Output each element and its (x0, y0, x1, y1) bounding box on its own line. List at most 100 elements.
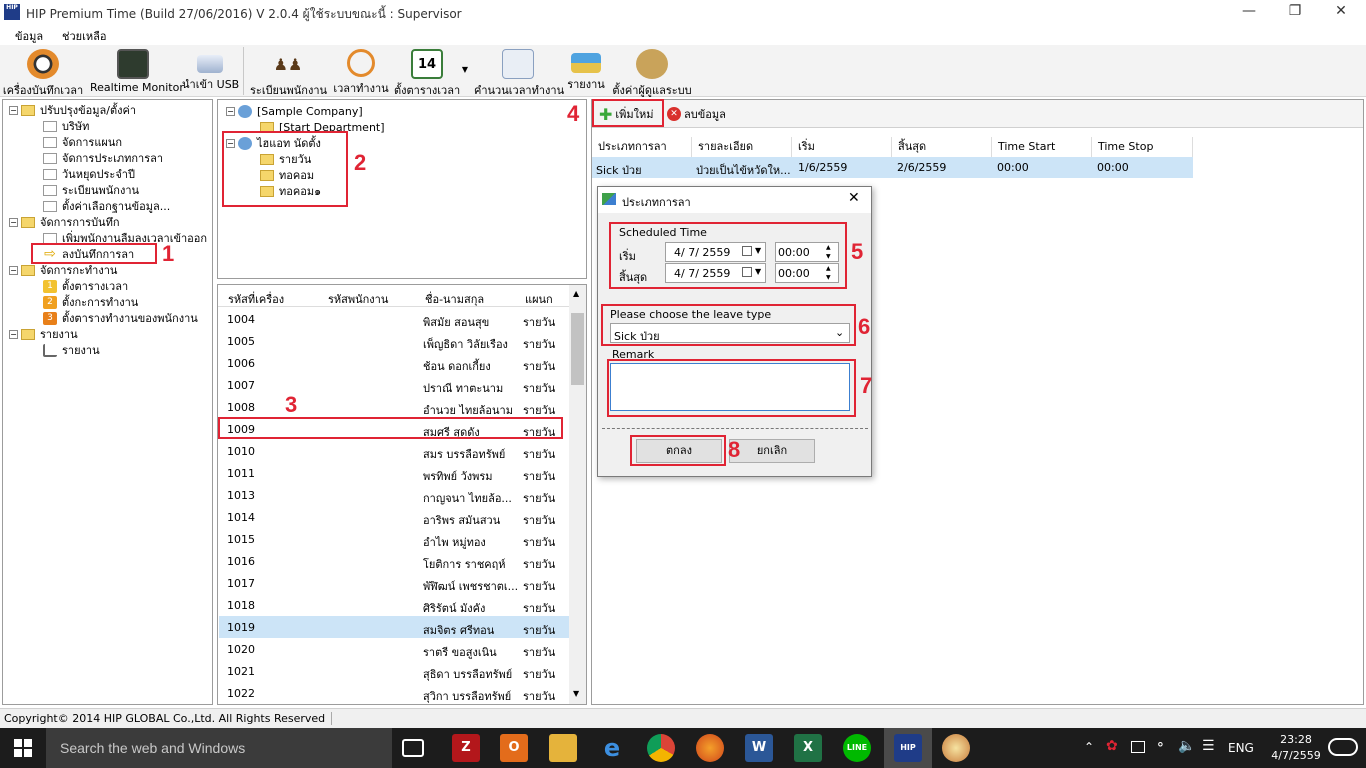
employee-records-button[interactable]: ♟♟ ระเบียนพนักงาน (250, 45, 327, 98)
word-icon[interactable]: W (745, 734, 773, 762)
dialog-close-icon[interactable]: ✕ (848, 190, 860, 206)
tree-group-settings[interactable]: − ปรับปรุงข้อมูล/ตั้งค่า (9, 102, 136, 118)
file-explorer-icon[interactable] (549, 734, 577, 762)
employee-row[interactable]: 1005 เพ็ญธิดา วิลัยเรือง รายวัน (219, 330, 569, 352)
admin-settings-button[interactable]: ตั้งค่าผู้ดูแลระบบ (612, 45, 692, 97)
scroll-thumb[interactable] (571, 313, 584, 385)
cloud-icon[interactable] (1328, 738, 1358, 756)
col-start[interactable]: เริ่ม (792, 137, 892, 157)
tree-item-database[interactable]: ตั้งค่าเลือกฐานข้อมูล... (43, 198, 170, 214)
col-end[interactable]: สิ้นสุด (892, 137, 992, 157)
chevron-up-icon[interactable]: ⌃ (1084, 740, 1094, 754)
restore-button[interactable]: ❐ (1272, 0, 1318, 24)
employee-row[interactable]: 1015 อำไพ หมู่ทอง รายวัน (219, 528, 569, 550)
clock[interactable]: 23:28 4/7/2559 (1268, 732, 1324, 764)
dialog-title-bar: ประเภทการลา ✕ (598, 187, 871, 213)
employee-row[interactable]: 1021 สุธิดา บรรลือทรัพย์ รายวัน (219, 660, 569, 682)
line-icon[interactable]: LINE (843, 734, 871, 762)
collapse-icon[interactable]: − (9, 265, 18, 275)
tree-group-records[interactable]: − จัดการการบันทึก (9, 214, 120, 230)
usb-import-button[interactable]: นำเข้า USB (182, 45, 239, 97)
realtime-monitor-button[interactable]: Realtime Monitor (90, 45, 184, 97)
machine-id-cell: 1018 (227, 599, 255, 612)
collapse-icon[interactable]: − (9, 105, 18, 115)
employee-row[interactable]: 1007 ปราณี ทาตะนาม รายวัน (219, 374, 569, 396)
tree-item-employees[interactable]: ระเบียนพนักงาน (43, 182, 139, 198)
schedule-dropdown[interactable]: ▼ (460, 45, 470, 97)
windows-start-icon[interactable] (14, 739, 32, 757)
employee-row[interactable]: 1004 พิสมัย สอนสุข รายวัน (219, 308, 569, 330)
chrome-icon[interactable] (647, 734, 675, 762)
leave-row[interactable]: Sick ป่วย ป่วยเป็นไข้หวัดให... 1/6/2559 … (592, 157, 1193, 178)
col-time-stop[interactable]: Time Stop (1092, 137, 1193, 157)
outlook-icon[interactable]: O (500, 734, 528, 762)
tree-item-leave-types[interactable]: จัดการประเภทการลา (43, 150, 163, 166)
time-recorder-button[interactable]: เครื่องบันทึกเวลา (2, 45, 84, 97)
tree-item-department[interactable]: จัดการแผนก (43, 134, 122, 150)
employee-row[interactable]: 1010 สมร บรรลือทรัพย์ รายวัน (219, 440, 569, 462)
collapse-icon[interactable]: − (9, 329, 18, 339)
paint-icon[interactable] (942, 734, 970, 762)
department-cell: รายวัน (523, 316, 556, 329)
tree-item-timetable[interactable]: 1 ตั้งตารางเวลา (43, 278, 128, 294)
minimize-button[interactable]: — (1226, 0, 1272, 24)
employee-row[interactable]: 1019 สมจิตร ศรีทอน รายวัน (219, 616, 569, 638)
col-time-start[interactable]: Time Start (992, 137, 1092, 157)
action-center-icon[interactable]: ☰ (1202, 738, 1215, 754)
col-name[interactable]: ชื่อ-นามสกุล (425, 290, 484, 308)
taskbar-search-box[interactable]: Search the web and Windows (46, 728, 392, 768)
schedule-button[interactable]: 14 ตั้งตารางเวลา (394, 45, 460, 97)
tree-company[interactable]: − [Sample Company] (226, 103, 363, 119)
col-leave-type[interactable]: ประเภทการลา (592, 137, 692, 157)
menu-data[interactable]: ข้อมูล (15, 27, 43, 45)
employee-row[interactable]: 1013 กาญจนา ไทยล้อ... รายวัน (219, 484, 569, 506)
employee-row[interactable]: 1011 พรทิพย์ วังพรม รายวัน (219, 462, 569, 484)
work-time-button[interactable]: เวลาทำงาน (332, 45, 390, 97)
task-view-icon[interactable] (402, 739, 424, 757)
firefox-icon[interactable] (696, 734, 724, 762)
employee-row[interactable]: 1018 ศิริรัตน์ มังคัง รายวัน (219, 594, 569, 616)
col-detail[interactable]: รายละเอียด (692, 137, 792, 157)
menu-help[interactable]: ช่วยเหลือ (62, 27, 106, 45)
tree-group-shifts[interactable]: − จัดการกะทำงาน (9, 262, 117, 278)
employee-row[interactable]: 1022 สุวิกา บรรลือทรัพย์ รายวัน (219, 682, 569, 704)
scroll-up-icon[interactable]: ▲ (573, 289, 579, 298)
volume-icon[interactable]: 🔈 (1178, 738, 1195, 754)
report-button[interactable]: รายงาน (565, 45, 607, 97)
acrobat-tray-icon[interactable]: ✿ (1106, 738, 1118, 754)
collapse-icon[interactable]: − (226, 106, 235, 116)
employee-row[interactable]: 1006 ช้อน ดอกเกี้ยง รายวัน (219, 352, 569, 374)
language-indicator[interactable]: ENG (1228, 741, 1254, 755)
employee-row[interactable]: 1008 อำนวย ไทยล้อนาม รายวัน (219, 396, 569, 418)
employee-row[interactable]: 1014 อาริพร สมันสวน รายวัน (219, 506, 569, 528)
col-machine-id[interactable]: รหัสที่เครื่อง (228, 290, 284, 308)
close-button[interactable]: ✕ (1318, 0, 1364, 24)
calculate-time-label: คำนวนเวลาทำงาน (474, 84, 565, 97)
department-cell: รายวัน (523, 690, 556, 703)
scroll-down-icon[interactable]: ▼ (573, 689, 579, 698)
delete-button[interactable]: ✕ ลบข้อมูล (667, 104, 726, 124)
tree-item-shift[interactable]: 2 ตั้งกะการทำงาน (43, 294, 138, 310)
edge-icon[interactable]: e (598, 734, 626, 762)
tree-item-company[interactable]: บริษัท (43, 118, 89, 134)
filezilla-icon[interactable]: Z (452, 734, 480, 762)
machine-id-cell: 1015 (227, 533, 255, 546)
col-employee-id[interactable]: รหัสพนักงาน (328, 290, 388, 308)
tree-group-reports[interactable]: − รายงาน (9, 326, 78, 342)
employee-row[interactable]: 1016 โยติการ ราชคฤห์ รายวัน (219, 550, 569, 572)
employee-row[interactable]: 1017 พัฬิฒน์ เพชรชาตเ... รายวัน (219, 572, 569, 594)
tree-item-employee-schedule[interactable]: 3 ตั้งตารางทำงานของพนักงาน (43, 310, 198, 326)
cancel-button[interactable]: ยกเลิก (729, 439, 815, 463)
hip-app-task[interactable]: HIP (884, 728, 932, 768)
excel-icon[interactable]: X (794, 734, 822, 762)
employee-row[interactable]: 1020 ราตรี ขอสูงเนิน รายวัน (219, 638, 569, 660)
collapse-icon[interactable]: − (9, 217, 18, 227)
database-icon (43, 200, 57, 212)
tree-item-report[interactable]: รายงาน (43, 342, 100, 358)
battery-icon[interactable] (1131, 741, 1145, 753)
employee-list-scrollbar[interactable]: ▲ ▼ (569, 285, 586, 704)
calculate-time-button[interactable]: คำนวนเวลาทำงาน (474, 45, 565, 97)
wifi-icon[interactable]: ⚬ (1155, 738, 1166, 753)
col-department[interactable]: แผนก (525, 290, 553, 308)
tree-item-holidays[interactable]: วันหยุดประจำปี (43, 166, 135, 182)
